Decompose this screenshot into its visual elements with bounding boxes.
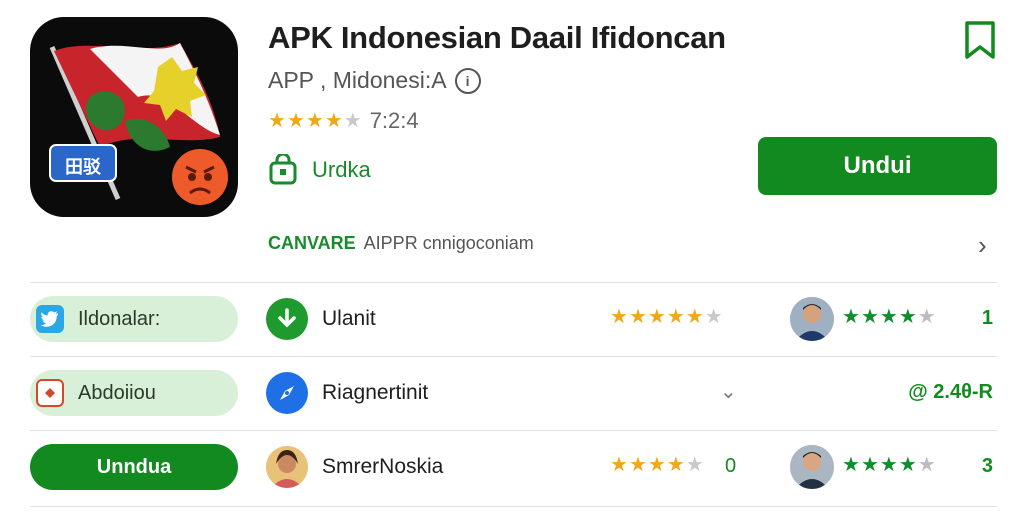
row-pill-label: Abdoiiou	[78, 381, 156, 404]
star-icon: ★	[324, 110, 343, 132]
star-icon: ★	[685, 454, 704, 476]
avatar	[790, 297, 834, 341]
star-icon: ★	[704, 306, 723, 328]
update-label: Urdka	[312, 157, 371, 182]
row-end-value: 3	[981, 455, 993, 477]
rating-stars: ★ ★ ★ ★ ★	[268, 111, 362, 131]
chevron-right-icon[interactable]: ›	[978, 232, 987, 258]
star-icon: ★	[628, 454, 647, 476]
update-bag-icon	[269, 154, 297, 185]
star-icon: ★	[268, 110, 286, 132]
rating-value: 7:2:4	[369, 108, 419, 133]
divider	[30, 506, 997, 507]
star-icon: ★	[860, 454, 879, 476]
compass-icon	[266, 372, 308, 414]
row-pill[interactable]: Abdoiiou	[30, 370, 238, 416]
app-subtitle-text: APP , Midonesi:A	[268, 67, 447, 93]
star-icon: ★	[666, 306, 685, 328]
row-end-value: @ 2.4θ-R	[908, 381, 993, 403]
approval-tag: CANVARE	[268, 233, 356, 253]
star-icon: ★	[842, 454, 860, 476]
star-icon: ★	[610, 306, 628, 328]
divider	[30, 356, 997, 357]
download-button[interactable]: Undui	[758, 137, 997, 195]
app-square-icon	[36, 379, 64, 407]
star-icon: ★	[647, 454, 666, 476]
row-green-stars: ★ ★ ★ ★ ★	[842, 455, 936, 475]
avatar	[266, 446, 308, 488]
star-icon: ★	[898, 454, 917, 476]
app-rating: ★ ★ ★ ★ ★ 7:2:4	[268, 108, 419, 134]
app-subtitle: APP , Midonesi:A i	[268, 67, 481, 94]
app-icon-badge-text: 田驳	[65, 157, 101, 177]
divider	[30, 430, 997, 431]
star-icon: ★	[610, 454, 628, 476]
app-icon: 田驳	[30, 17, 238, 217]
chevron-down-icon[interactable]: ⌄	[720, 379, 737, 404]
row-name: SmrerNoskia	[322, 455, 444, 478]
list-item[interactable]: Ildonalar: Ulanit ★ ★ ★ ★ ★ ★ ★ ★ ★ ★ ★ …	[30, 288, 997, 350]
download-arrow-icon	[266, 298, 308, 340]
row-rating-stars: ★ ★ ★ ★ ★ ★	[610, 307, 723, 327]
approval-link[interactable]: CANVARE AIPPR cnnigoconiam	[268, 233, 534, 254]
row-pill[interactable]: Ildonalar:	[30, 296, 238, 342]
list-item[interactable]: Unndua SmrerNoskia ★ ★ ★ ★ ★ 0 ★ ★ ★ ★ ★…	[30, 436, 997, 498]
star-icon: ★	[343, 110, 362, 132]
avatar	[790, 445, 834, 489]
row-name: Ulanit	[322, 307, 376, 330]
star-icon: ★	[879, 306, 898, 328]
approval-text: AIPPR cnnigoconiam	[363, 233, 534, 253]
app-title: APK Indonesian Daail Ifidoncan	[268, 20, 726, 55]
row-count: 0	[725, 455, 737, 477]
star-icon: ★	[898, 306, 917, 328]
star-icon: ★	[917, 306, 936, 328]
star-icon: ★	[305, 110, 324, 132]
row-action-button[interactable]: Unndua	[30, 444, 238, 490]
update-link[interactable]: Urdka	[268, 154, 371, 186]
row-pill-label: Ildonalar:	[78, 307, 161, 330]
star-icon: ★	[879, 454, 898, 476]
star-icon: ★	[685, 306, 704, 328]
info-icon[interactable]: i	[454, 67, 481, 94]
divider	[30, 282, 997, 283]
star-icon: ★	[860, 306, 879, 328]
row-rating-stars: ★ ★ ★ ★ ★	[610, 455, 704, 475]
bookmark-icon[interactable]	[963, 20, 997, 60]
star-icon: ★	[917, 454, 936, 476]
list-item[interactable]: Abdoiiou Riagnertinit ⌄ @ 2.4θ-R	[30, 362, 997, 424]
row-green-stars: ★ ★ ★ ★ ★	[842, 307, 936, 327]
star-icon: ★	[647, 306, 666, 328]
star-icon: ★	[286, 110, 305, 132]
row-name: Riagnertinit	[322, 381, 429, 404]
star-icon: ★	[842, 306, 860, 328]
twitter-bird-icon	[36, 305, 64, 333]
star-icon: ★	[666, 454, 685, 476]
star-icon: ★	[628, 306, 647, 328]
row-end-value: 1	[981, 307, 993, 329]
